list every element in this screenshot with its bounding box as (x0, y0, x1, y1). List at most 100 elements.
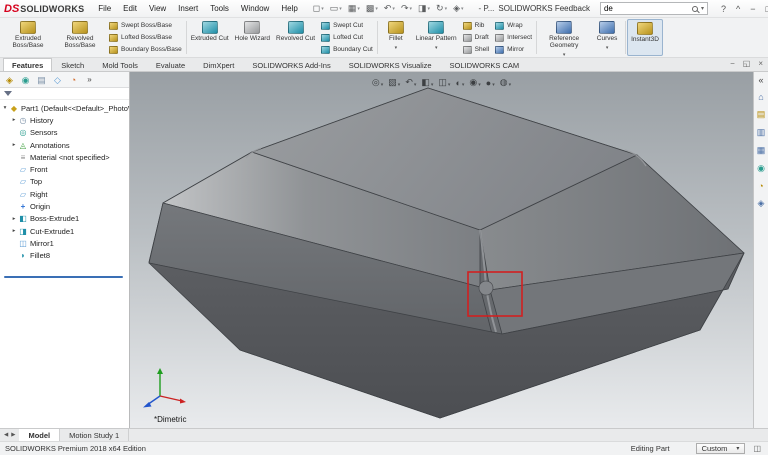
maximize-icon[interactable]: □ (761, 3, 768, 15)
headsup-icon[interactable]: ◧ (419, 77, 435, 88)
headsup-icon[interactable]: ● (484, 78, 497, 88)
wrap-button[interactable]: Wrap (495, 20, 532, 31)
tree-item[interactable]: ▸ ◨ Cut-Extrude1 (0, 225, 129, 237)
curves-button[interactable]: Curves (590, 19, 624, 56)
taskpane-icon[interactable]: ◔ (758, 181, 763, 191)
manager-tab[interactable]: ◔ (66, 73, 81, 87)
expander-icon[interactable]: ▸ (10, 228, 18, 234)
menu-item[interactable]: Edit (117, 2, 143, 15)
manager-tab[interactable]: » (82, 73, 97, 87)
ribbon-tab[interactable]: SOLIDWORKS CAM (441, 58, 529, 71)
ribbon-tab[interactable]: SOLIDWORKS Add-Ins (243, 58, 339, 71)
expander-icon[interactable]: ▾ (1, 105, 9, 111)
menu-item[interactable]: Help (275, 2, 303, 15)
swept-cut-button[interactable]: Swept Cut (321, 20, 373, 31)
toolbar-icon[interactable]: ↷▾ (398, 3, 415, 14)
manager-tab[interactable]: ▤ (34, 73, 49, 87)
doc-close-icon[interactable]: × (755, 59, 766, 68)
expander-icon[interactable]: ▸ (10, 216, 18, 222)
study-tab[interactable]: Motion Study 1 (60, 429, 129, 441)
headsup-icon[interactable]: ◉ (467, 77, 482, 88)
ribbon-tab[interactable]: Features (3, 58, 52, 71)
boundary-boss-button[interactable]: Boundary Boss/Base (109, 44, 182, 55)
extruded-cut-button[interactable]: Extruded Cut (188, 19, 232, 56)
reference-geometry-dropdown-icon[interactable] (563, 49, 566, 58)
tree-item[interactable]: ▸ ◬ Annotations (0, 139, 129, 151)
tree-item[interactable]: ▱ Front (0, 163, 129, 175)
tree-item[interactable]: ≡ Material <not specified> (0, 151, 129, 163)
graphics-viewport[interactable]: ◎▧↶◧◫◐◉●◍ (130, 72, 753, 428)
tree-item[interactable]: ◗ Fillet8 (0, 250, 129, 262)
headsup-icon[interactable]: ◍ (498, 77, 513, 88)
headsup-icon[interactable]: ◫ (436, 77, 452, 88)
mirror-button[interactable]: Mirror (495, 44, 532, 55)
intersect-button[interactable]: Intersect (495, 32, 532, 43)
toolbar-icon[interactable]: ↶▾ (381, 3, 398, 14)
tree-item[interactable]: ▸ ◧ Boss-Extrude1 (0, 213, 129, 225)
expander-icon[interactable]: ▸ (10, 117, 18, 123)
tree-item[interactable]: ◎ Sensors (0, 127, 129, 139)
toolbar-icon[interactable]: ▭▾ (327, 3, 345, 14)
collapse-icon[interactable]: ^ (731, 3, 745, 15)
swept-boss-button[interactable]: Swept Boss/Base (109, 20, 182, 31)
tree-item[interactable]: ▱ Top (0, 176, 129, 188)
tab-scroll-right-icon[interactable]: ▶ (11, 432, 15, 438)
help-button[interactable]: ? (716, 3, 731, 15)
rib-button[interactable]: Rib (463, 20, 489, 31)
reference-geometry-button[interactable]: Reference Geometry (538, 19, 590, 56)
toolbar-icon[interactable]: ◻▾ (310, 3, 327, 14)
linear-pattern-dropdown-icon[interactable] (435, 42, 438, 51)
lofted-boss-button[interactable]: Lofted Boss/Base (109, 32, 182, 43)
status-panel-icon[interactable]: ◫ (751, 444, 763, 453)
units-dropdown[interactable]: Custom ▾ (696, 443, 746, 454)
corner-fillet-ball[interactable] (479, 281, 493, 295)
toolbar-icon[interactable]: ▦▾ (345, 3, 363, 14)
revolved-cut-button[interactable]: Revolved Cut (273, 19, 318, 56)
menu-item[interactable]: Insert (172, 2, 204, 15)
ribbon-tab[interactable]: SOLIDWORKS Visualize (340, 58, 441, 71)
minimize-icon[interactable]: − (745, 3, 760, 15)
taskpane-icon[interactable]: ▦ (757, 145, 766, 156)
manager-tab[interactable]: ◇ (50, 73, 65, 87)
search-box[interactable]: ▾ (600, 2, 708, 15)
linear-pattern-button[interactable]: Linear Pattern (413, 19, 460, 56)
tree-item[interactable]: ◫ Mirror1 (0, 237, 129, 249)
fillet-dropdown-icon[interactable] (395, 42, 398, 51)
menu-item[interactable]: Window (235, 2, 275, 15)
taskpane-icon[interactable]: « (758, 75, 763, 85)
extruded-boss-button[interactable]: Extruded Boss/Base (2, 19, 54, 56)
ribbon-tab[interactable]: Evaluate (147, 58, 194, 71)
expander-icon[interactable]: ▸ (10, 142, 18, 148)
tree-item[interactable]: ▱ Right (0, 188, 129, 200)
filter-funnel-icon[interactable] (4, 91, 12, 96)
feedback-label[interactable]: SOLIDWORKS Feedback (498, 4, 590, 13)
taskpane-icon[interactable]: ⌂ (758, 92, 763, 102)
fillet-button[interactable]: Fillet (379, 19, 413, 56)
menu-item[interactable]: File (92, 2, 117, 15)
tree-item[interactable]: + Origin (0, 200, 129, 212)
curves-dropdown-icon[interactable] (606, 42, 609, 51)
toolbar-icon[interactable]: ▩▾ (363, 3, 381, 14)
revolved-boss-button[interactable]: Revolved Boss/Base (54, 19, 106, 56)
tree-item[interactable]: ▸ ◷ History (0, 114, 129, 126)
menu-item[interactable]: Tools (204, 2, 235, 15)
toolbar-icon[interactable]: ↻▾ (433, 3, 450, 14)
headsup-icon[interactable]: ↶ (403, 77, 418, 88)
hole-wizard-button[interactable]: Hole Wizard (232, 19, 273, 56)
ribbon-tab[interactable]: Sketch (52, 58, 93, 71)
toolbar-icon[interactable]: ◨▾ (415, 3, 433, 14)
ribbon-tab[interactable]: Mold Tools (93, 58, 147, 71)
headsup-icon[interactable]: ◎ (370, 77, 385, 88)
doc-restore-icon[interactable]: ◱ (740, 59, 754, 68)
tree-item[interactable]: ▾ ◆ Part1 (Default<<Default>_PhotoWorks … (0, 102, 129, 114)
search-icon[interactable] (692, 6, 698, 12)
manager-tab[interactable]: ◉ (18, 73, 33, 87)
headsup-icon[interactable]: ◐ (453, 78, 466, 88)
doc-minimize-icon[interactable]: − (727, 59, 738, 68)
lofted-cut-button[interactable]: Lofted Cut (321, 32, 373, 43)
search-dropdown-icon[interactable]: ▾ (701, 5, 704, 12)
draft-button[interactable]: Draft (463, 32, 489, 43)
boundary-cut-button[interactable]: Boundary Cut (321, 44, 373, 55)
toolbar-icon[interactable]: ◈▾ (450, 3, 466, 14)
taskpane-icon[interactable]: ◉ (757, 163, 765, 174)
